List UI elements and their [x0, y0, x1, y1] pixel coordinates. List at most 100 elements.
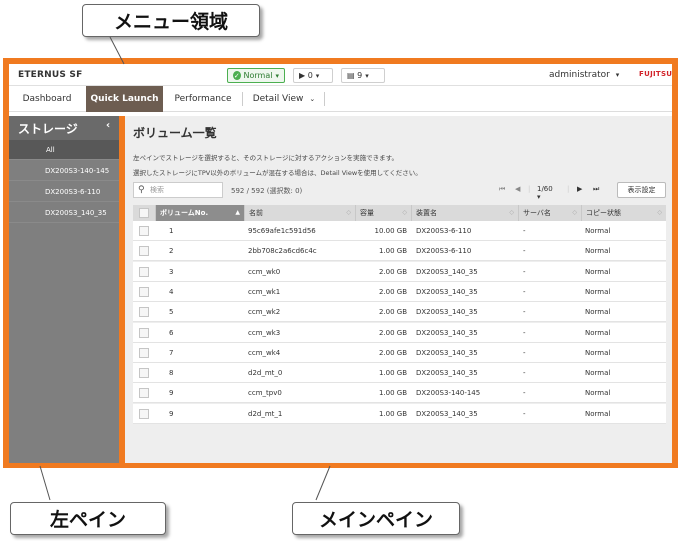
- column-copy-status[interactable]: コピー状態 ◇: [581, 205, 666, 221]
- chevron-down-icon: ▾: [365, 71, 369, 80]
- sort-asc-icon: ▲: [235, 209, 240, 216]
- volume-no-cell: 9: [169, 389, 174, 398]
- table-row[interactable]: 5 ccm_wk2 2.00 GB DX200S3_140_35 - Normal: [133, 302, 666, 323]
- row-checkbox[interactable]: [139, 226, 149, 236]
- storage-item[interactable]: DX200S3_140_35: [9, 203, 119, 223]
- status-normal-label: Normal: [243, 71, 273, 80]
- column-capacity[interactable]: 容量 ◇: [355, 205, 411, 221]
- page-select[interactable]: 1/60 ▾: [537, 185, 553, 201]
- column-device-name[interactable]: 装置名 ◇: [411, 205, 518, 221]
- volume-name-cell: ccm_wk2: [248, 308, 281, 317]
- capacity-cell: 10.00 GB: [374, 227, 408, 235]
- select-all-cell: [133, 205, 155, 221]
- server-name-cell: -: [523, 389, 526, 398]
- table-row[interactable]: 9 ccm_tpv0 1.00 GB DX200S3-140-145 - Normal: [133, 383, 666, 404]
- volume-name-cell: d2d_mt_1: [248, 409, 283, 418]
- row-checkbox[interactable]: [139, 327, 149, 338]
- row-checkbox[interactable]: [139, 388, 149, 399]
- column-name[interactable]: 名前 ◇: [244, 205, 355, 221]
- table-row[interactable]: 8 d2d_mt_0 1.00 GB DX200S3_140_35 - Normal: [133, 363, 666, 384]
- row-checkbox[interactable]: [139, 246, 149, 257]
- volume-name-cell: d2d_mt_0: [248, 369, 283, 378]
- tab-quick-launch[interactable]: Quick Launch: [86, 86, 163, 112]
- storage-item-all[interactable]: All: [9, 140, 119, 160]
- running-count: 0: [307, 71, 313, 80]
- table-row[interactable]: 4 ccm_wk1 2.00 GB DX200S3_140_35 - Normal: [133, 281, 666, 302]
- row-checkbox[interactable]: [139, 307, 149, 318]
- user-menu[interactable]: administrator ▾: [549, 70, 619, 80]
- storage-item[interactable]: DX200S3-140-145: [9, 161, 119, 181]
- table-row[interactable]: 3 ccm_wk0 2.00 GB DX200S3_140_35 - Normal: [133, 261, 666, 282]
- device-name-cell: DX200S3_140_35: [416, 308, 478, 317]
- column-label: 容量: [360, 209, 374, 217]
- volume-no-cell: 3: [169, 267, 174, 276]
- table-row[interactable]: 1 95c69afe1c591d56 10.00 GB DX200S3-6-110 - N…: [133, 221, 666, 241]
- app-window: ETERNUS SF ✓ Normal ▾ ▶ 0 ▾ ▤ 9 ▾ admini…: [9, 64, 672, 463]
- next-page-icon[interactable]: ▶: [577, 185, 582, 193]
- row-checkbox[interactable]: [139, 286, 149, 297]
- tab-divider: [324, 92, 325, 106]
- server-name-cell: -: [523, 348, 526, 357]
- tab-dashboard[interactable]: Dashboard: [9, 86, 85, 112]
- select-all-checkbox[interactable]: [139, 208, 149, 218]
- sort-icon: ◇: [509, 209, 514, 216]
- volume-no-cell: 1: [169, 227, 174, 235]
- row-checkbox[interactable]: [139, 408, 149, 419]
- play-icon: ▶: [299, 71, 308, 80]
- table-row[interactable]: 9 d2d_mt_1 1.00 GB DX200S3_140_35 - Normal: [133, 403, 666, 424]
- table-row[interactable]: 2 2bb708c2a6cd6c4c 1.00 GB DX200S3-6-110 - No…: [133, 241, 666, 262]
- main-pane-label: メインペイン: [318, 509, 433, 531]
- last-page-icon[interactable]: ⏭: [593, 185, 599, 194]
- main-pane-callout: メインペイン: [292, 502, 460, 535]
- row-checkbox[interactable]: [139, 266, 149, 277]
- selection-count: 592 / 592 (選択数: 0): [231, 187, 303, 195]
- volume-name-cell: 95c69afe1c591d56: [248, 227, 316, 235]
- main-pane-pointer-line: [315, 465, 331, 501]
- chevron-down-icon: ▾: [275, 71, 279, 80]
- left-pane-pointer-line: [39, 465, 51, 501]
- device-name-cell: DX200S3-6-110: [416, 227, 472, 235]
- running-jobs-button[interactable]: ▶ 0 ▾: [293, 68, 333, 83]
- volume-no-cell: 8: [169, 369, 174, 378]
- volume-no-cell: 6: [169, 328, 174, 337]
- chevron-down-icon: ⌄: [309, 95, 316, 103]
- storage-item-label: All: [46, 145, 55, 154]
- capacity-cell: 2.00 GB: [378, 267, 407, 276]
- device-name-cell: DX200S3_140_35: [416, 409, 478, 418]
- column-server-name[interactable]: サーバ名 ◇: [518, 205, 581, 221]
- main-tabs: Dashboard Quick Launch Performance Detai…: [9, 86, 672, 112]
- server-name-cell: -: [523, 287, 526, 296]
- device-name-cell: DX200S3-6-110: [416, 247, 472, 256]
- status-normal-button[interactable]: ✓ Normal ▾: [227, 68, 285, 83]
- copy-status-cell: Normal: [585, 247, 611, 256]
- row-checkbox[interactable]: [139, 347, 149, 358]
- copy-status-cell: Normal: [585, 227, 611, 235]
- pager-divider: |: [528, 185, 531, 193]
- capacity-cell: 2.00 GB: [378, 287, 407, 296]
- search-input[interactable]: ⚲ 検索: [133, 182, 223, 198]
- log-button[interactable]: ▤ 9 ▾: [341, 68, 385, 83]
- tab-label: Quick Launch: [90, 94, 159, 104]
- storage-item[interactable]: DX200S3-6-110: [9, 182, 119, 202]
- server-name-cell: -: [523, 227, 526, 235]
- left-pane-callout: 左ペイン: [10, 502, 166, 535]
- tab-label: Detail View: [252, 94, 304, 104]
- tab-detail-view[interactable]: Detail View ⌄: [245, 86, 323, 112]
- table-header: ボリュームNo. ▲ 名前 ◇ 容量 ◇ 装置名 ◇ サーバ名 ◇ コピー状態 ◇: [133, 205, 666, 221]
- prev-page-icon[interactable]: ◀: [515, 185, 520, 193]
- display-settings-button[interactable]: 表示設定: [617, 182, 666, 198]
- server-name-cell: -: [523, 409, 526, 418]
- sort-icon: ◇: [572, 209, 577, 216]
- device-name-cell: DX200S3-140-145: [416, 389, 481, 398]
- table-row[interactable]: 6 ccm_wk3 2.00 GB DX200S3_140_35 - Normal: [133, 322, 666, 343]
- page-number: 1/60: [537, 185, 553, 193]
- table-row[interactable]: 7 ccm_wk4 2.00 GB DX200S3_140_35 - Normal: [133, 342, 666, 363]
- row-checkbox[interactable]: [139, 368, 149, 379]
- log-icon: ▤: [347, 71, 358, 80]
- column-volume-no[interactable]: ボリュームNo. ▲: [155, 205, 244, 221]
- tab-label: Dashboard: [22, 94, 72, 104]
- collapse-chevron-icon[interactable]: ‹: [106, 120, 110, 131]
- tab-performance[interactable]: Performance: [165, 86, 241, 112]
- first-page-icon[interactable]: ⏮: [499, 185, 505, 194]
- user-name: administrator: [549, 70, 610, 80]
